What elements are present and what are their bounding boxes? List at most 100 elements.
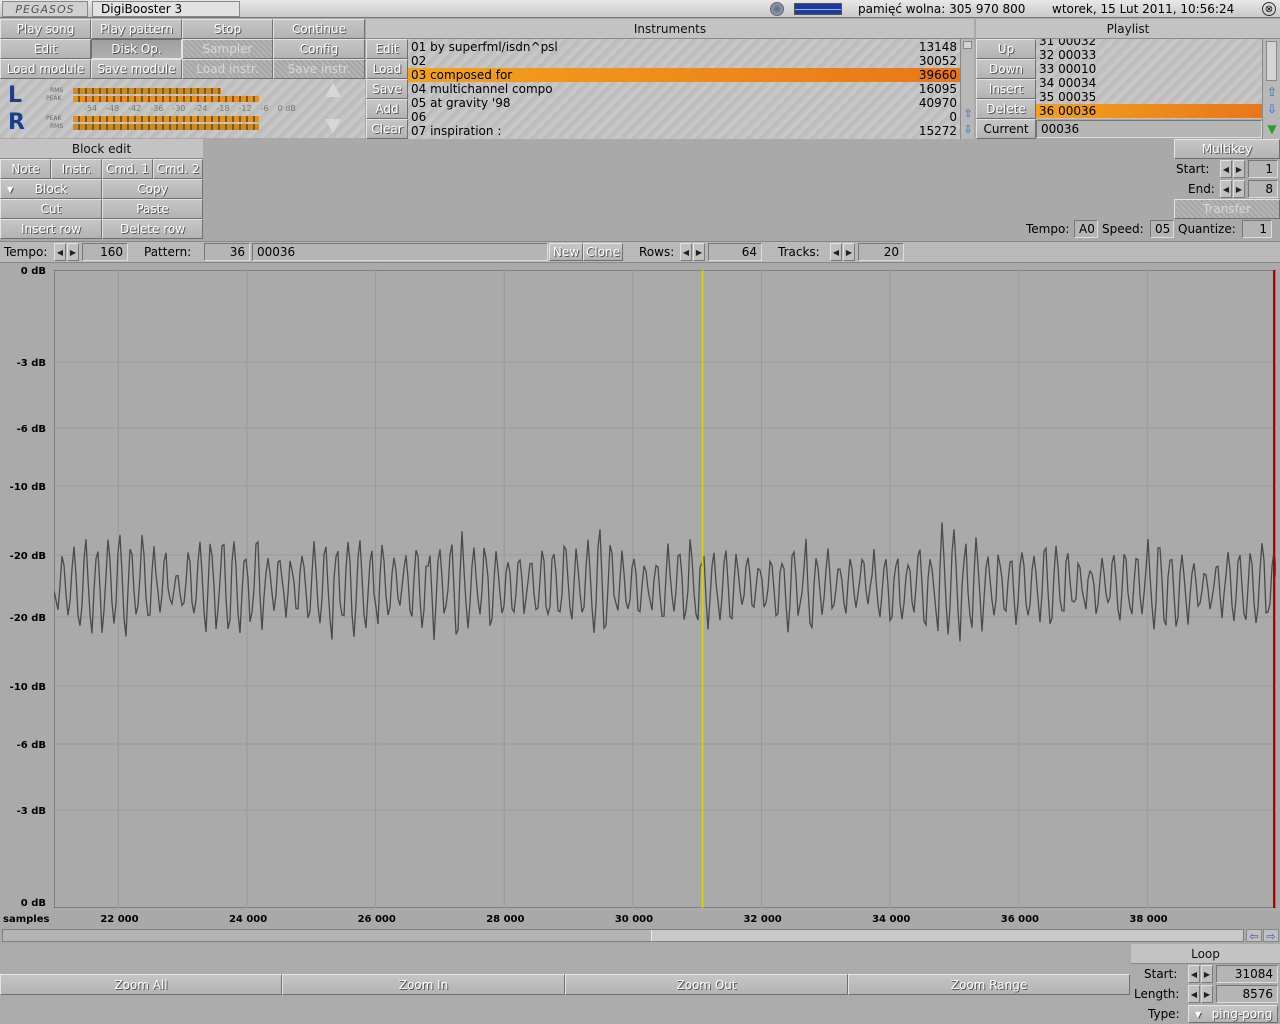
edit-button[interactable]: Edit	[0, 39, 91, 59]
scroll-down-icon[interactable]: ⇩	[962, 123, 974, 137]
scroll-up-icon[interactable]: ⇧	[962, 107, 974, 121]
list-item[interactable]: 34 00034	[1036, 76, 1262, 90]
peak-label-left: PEAK	[46, 95, 62, 102]
instrument-load-button[interactable]: Load	[366, 59, 408, 79]
arrow-right-icon[interactable]: ▶	[1233, 180, 1245, 198]
clone-pattern-button[interactable]: Clone	[583, 243, 623, 261]
instrument-clear-button[interactable]: Clear	[366, 119, 408, 139]
loop-type-dropdown[interactable]: ▼ ping-pong	[1188, 1005, 1278, 1023]
list-item[interactable]: 06 0	[408, 110, 960, 124]
playlist-list[interactable]: 31 00032 32 00033 33 00010 34 00034 35 0…	[1036, 39, 1262, 119]
arrow-left-icon[interactable]: ◀	[54, 243, 66, 261]
instr-button[interactable]: Instr.	[51, 159, 102, 179]
arrow-left-icon[interactable]: ◀	[830, 243, 842, 261]
arrow-right-icon[interactable]: ▶	[67, 243, 79, 261]
instrument-edit-button[interactable]: Edit	[366, 39, 408, 59]
arrow-left-icon[interactable]: ◀	[1188, 965, 1200, 983]
list-item[interactable]: 05 at gravity '98 40970	[408, 96, 960, 110]
instrument-add-button[interactable]: Add	[366, 99, 408, 119]
playlist-current-field[interactable]: 00036	[1036, 120, 1262, 138]
arrow-left-icon[interactable]: ◀	[680, 243, 692, 261]
new-pattern-button[interactable]: New	[549, 243, 583, 261]
pattern-number-field[interactable]: 36	[204, 243, 250, 261]
copy-button[interactable]: Copy	[102, 179, 203, 199]
disk-op-button[interactable]: Disk Op.	[91, 39, 182, 59]
loop-length-field[interactable]: 8576	[1216, 985, 1278, 1003]
arrow-left-icon[interactable]: ◀	[1220, 180, 1232, 198]
zoom-in-button[interactable]: Zoom In	[282, 974, 565, 995]
cut-button[interactable]: Cut	[0, 199, 102, 219]
load-instr-button[interactable]: Load instr.	[182, 59, 273, 79]
instrument-list[interactable]: 01 by superfml/isdn^psl 13148 02 30052 03 …	[408, 39, 960, 139]
tempo-field[interactable]: 160	[82, 243, 128, 261]
paste-button[interactable]: Paste	[102, 199, 203, 219]
horizontal-scrollbar[interactable]	[2, 929, 1244, 942]
block-dropdown[interactable]: ▼ Block	[0, 179, 102, 199]
instrument-scrollbar[interactable]: ⇧ ⇩	[960, 39, 974, 139]
db-label: -6 dB	[16, 740, 46, 751]
arrow-right-icon[interactable]: ▶	[1201, 965, 1213, 983]
scroll-left-icon[interactable]: ⇦	[1246, 929, 1262, 943]
arrow-right-icon[interactable]: ▶	[1233, 160, 1245, 178]
multikey-end-field[interactable]: 8	[1248, 180, 1278, 198]
list-item[interactable]: 04 multichannel compo 16095	[408, 82, 960, 96]
zoom-all-button[interactable]: Zoom All	[0, 974, 282, 995]
speaker-icon[interactable]	[770, 2, 784, 16]
list-item[interactable]: 02 30052	[408, 54, 960, 68]
list-item[interactable]: 35 00035	[1036, 90, 1262, 104]
multikey-start-field[interactable]: 1	[1248, 160, 1278, 178]
tracks-field[interactable]: 20	[858, 243, 904, 261]
list-item[interactable]: 33 00010	[1036, 62, 1262, 76]
quantize-field[interactable]: 1	[1242, 220, 1272, 238]
load-module-button[interactable]: Load module	[0, 59, 91, 79]
meter-down-arrow-icon[interactable]	[325, 119, 341, 133]
scrollbar-thumb[interactable]	[651, 930, 1243, 941]
zoom-out-button[interactable]: Zoom Out	[565, 974, 848, 995]
cmd2-button[interactable]: Cmd. 2	[153, 159, 203, 179]
list-item[interactable]: 31 00032	[1036, 39, 1262, 48]
list-item[interactable]: 07 inspiration :15272	[408, 124, 960, 138]
insert-row-button[interactable]: Insert row	[0, 219, 102, 239]
loop-start-field[interactable]: 31084	[1216, 965, 1278, 983]
sampler-button[interactable]: Sampler	[182, 39, 273, 59]
scroll-down-icon[interactable]: ⇩	[1265, 102, 1279, 116]
scroll-up-icon[interactable]: ⇧	[1265, 85, 1279, 99]
meter-up-arrow-icon[interactable]	[325, 83, 341, 97]
delete-row-button[interactable]: Delete row	[102, 219, 203, 239]
playlist-down-button[interactable]: Down	[976, 59, 1036, 79]
arrow-left-icon[interactable]: ◀	[1220, 160, 1232, 178]
arrow-right-icon[interactable]: ▶	[843, 243, 855, 261]
pattern-name-field[interactable]: 00036	[252, 243, 548, 261]
cmd1-button[interactable]: Cmd. 1	[102, 159, 153, 179]
config-button[interactable]: Config	[273, 39, 365, 59]
continue-button[interactable]: Continue	[273, 19, 365, 39]
note-button[interactable]: Note	[0, 159, 51, 179]
list-item[interactable]: 01 by superfml/isdn^psl 13148	[408, 40, 960, 54]
waveform-display[interactable]	[54, 270, 1276, 908]
playlist-scrollbar[interactable]: ⇧ ⇩ ▼	[1262, 39, 1280, 139]
arrow-right-icon[interactable]: ▶	[693, 243, 705, 261]
list-item[interactable]: 32 00033	[1036, 48, 1262, 62]
tempo-field-right[interactable]: A0	[1074, 220, 1098, 238]
arrow-right-icon[interactable]: ▶	[1201, 985, 1213, 1003]
playlist-insert-button[interactable]: Insert	[976, 79, 1036, 99]
arrow-left-icon[interactable]: ◀	[1188, 985, 1200, 1003]
speed-field[interactable]: 05	[1150, 220, 1174, 238]
save-module-button[interactable]: Save module	[91, 59, 182, 79]
list-item-selected[interactable]: 03 composed for 39660	[408, 68, 960, 82]
save-instr-button[interactable]: Save instr.	[273, 59, 365, 79]
playlist-up-button[interactable]: Up	[976, 39, 1036, 59]
rows-field[interactable]: 64	[708, 243, 762, 261]
playlist-delete-button[interactable]: Delete	[976, 99, 1036, 119]
list-item-selected[interactable]: 36 00036	[1036, 104, 1262, 118]
multikey-button[interactable]: Multikey	[1174, 139, 1280, 159]
zoom-range-button[interactable]: Zoom Range	[848, 974, 1130, 995]
instrument-save-button[interactable]: Save	[366, 79, 408, 99]
green-arrow-icon[interactable]: ▼	[1265, 122, 1279, 136]
play-song-button[interactable]: Play song	[0, 19, 91, 39]
scroll-right-icon[interactable]: ⇨	[1263, 929, 1279, 943]
close-icon[interactable]: ⊗	[1262, 2, 1276, 16]
transfer-button[interactable]: Transfer	[1174, 199, 1280, 219]
stop-button[interactable]: Stop	[182, 19, 273, 39]
play-pattern-button[interactable]: Play pattern	[91, 19, 182, 39]
